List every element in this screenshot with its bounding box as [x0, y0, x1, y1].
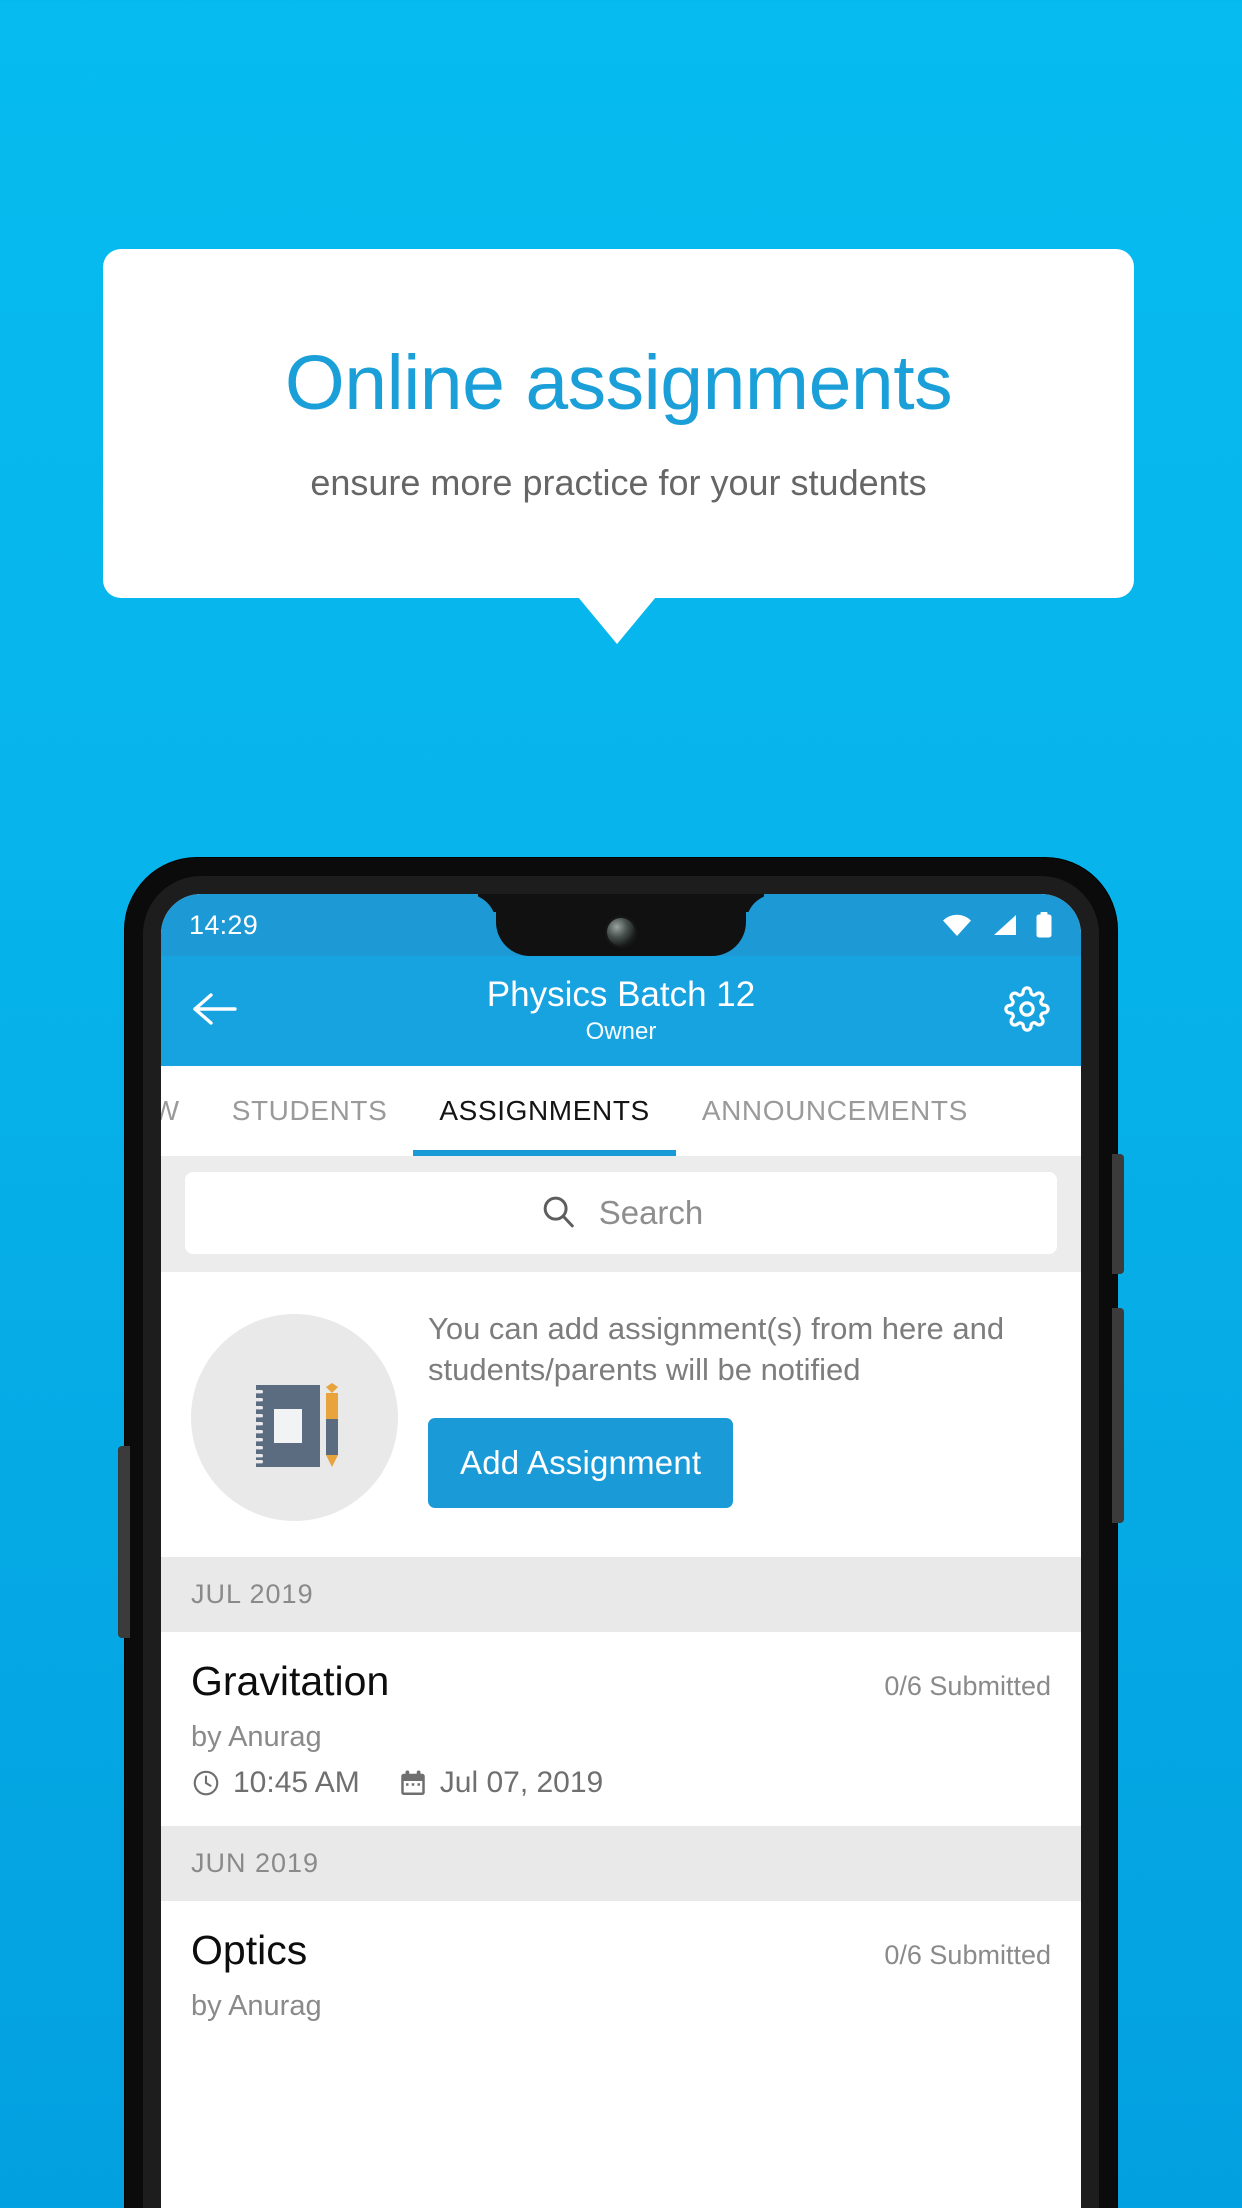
- month-header-jul: JUL 2019: [161, 1557, 1081, 1632]
- assignment-row-optics[interactable]: Optics 0/6 Submitted by Anurag: [161, 1901, 1081, 2049]
- phone-device: 14:29 Physics Batch 12 Owner W STUDENTS …: [118, 858, 1124, 2208]
- assignment-meta: 10:45 AM Jul 07, 2019: [191, 1766, 1051, 1800]
- tab-overview[interactable]: IEW: [161, 1066, 206, 1156]
- status-bar-icons: [941, 912, 1053, 938]
- assignment-title: Gravitation: [191, 1658, 390, 1704]
- add-assignment-button[interactable]: Add Assignment: [428, 1418, 734, 1509]
- month-header-jun: JUN 2019: [161, 1826, 1081, 1901]
- app-bar: Physics Batch 12 Owner: [161, 956, 1081, 1066]
- search-container: Search: [161, 1156, 1081, 1272]
- cellular-signal-icon: [990, 913, 1018, 937]
- tab-students[interactable]: STUDENTS: [206, 1066, 414, 1156]
- battery-icon: [1035, 912, 1053, 938]
- back-button[interactable]: [187, 983, 243, 1039]
- assignment-author: by Anurag: [191, 1990, 322, 2022]
- promo-subtitle: ensure more practice for your students: [310, 461, 927, 503]
- phone-side-button-right-lower[interactable]: [1112, 1308, 1124, 1523]
- promo-bubble: Online assignments ensure more practice …: [103, 249, 1134, 598]
- assignment-submitted-count: 0/6 Submitted: [884, 1940, 1051, 1970]
- calendar-icon: [398, 1768, 428, 1798]
- tab-assignments[interactable]: ASSIGNMENTS: [413, 1066, 677, 1156]
- search-icon: [539, 1192, 577, 1235]
- arrow-left-icon: [192, 991, 238, 1032]
- search-placeholder: Search: [598, 1194, 704, 1231]
- settings-button[interactable]: [999, 983, 1055, 1039]
- phone-screen: 14:29 Physics Batch 12 Owner W STUDENTS …: [161, 894, 1081, 2208]
- page-subtitle: Owner: [585, 1017, 657, 1045]
- empty-state-message: You can add assignment(s) from here and …: [428, 1311, 1005, 1388]
- assignment-header: Optics 0/6 Submitted: [191, 1927, 1051, 1974]
- phone-notch: [496, 894, 746, 956]
- promo-bubble-tail: [578, 597, 656, 644]
- assignment-title: Optics: [191, 1927, 308, 1973]
- empty-state-card: You can add assignment(s) from here and …: [161, 1272, 1081, 1557]
- phone-side-button-right-upper[interactable]: [1112, 1154, 1124, 1274]
- tab-overview-label: IEW: [161, 1095, 180, 1126]
- tab-announcements-label: ANNOUNCEMENTS: [701, 1095, 968, 1126]
- gear-icon: [1004, 985, 1050, 1037]
- front-camera-icon: [607, 918, 635, 946]
- assignment-row-gravitation[interactable]: Gravitation 0/6 Submitted by Anurag 10:4…: [161, 1632, 1081, 1826]
- app-bar-titles: Physics Batch 12 Owner: [161, 975, 1081, 1046]
- tab-assignments-label: ASSIGNMENTS: [439, 1095, 650, 1126]
- assignment-submitted-count: 0/6 Submitted: [884, 1671, 1051, 1701]
- page-title: Physics Batch 12: [486, 975, 756, 1015]
- assignment-date: Jul 07, 2019: [439, 1766, 604, 1799]
- promo-title: Online assignments: [284, 340, 953, 427]
- tab-announcements[interactable]: ANNOUNCEMENTS: [676, 1066, 994, 1156]
- tab-students-label: STUDENTS: [231, 1095, 388, 1126]
- tab-bar: IEW STUDENTS ASSIGNMENTS ANNOUNCEMENTS: [161, 1066, 1081, 1156]
- search-input[interactable]: Search: [185, 1172, 1057, 1254]
- notebook-and-pen-icon: [191, 1314, 398, 1521]
- assignment-time: 10:45 AM: [233, 1766, 360, 1799]
- wifi-icon: [941, 913, 973, 937]
- clock-icon: [191, 1768, 221, 1798]
- assignment-author: by Anurag: [191, 1721, 322, 1753]
- empty-state-content: You can add assignment(s) from here and …: [428, 1300, 1051, 1509]
- assignment-header: Gravitation 0/6 Submitted: [191, 1658, 1051, 1705]
- phone-side-button-left[interactable]: [118, 1446, 130, 1638]
- status-bar-time: 14:29: [189, 909, 259, 940]
